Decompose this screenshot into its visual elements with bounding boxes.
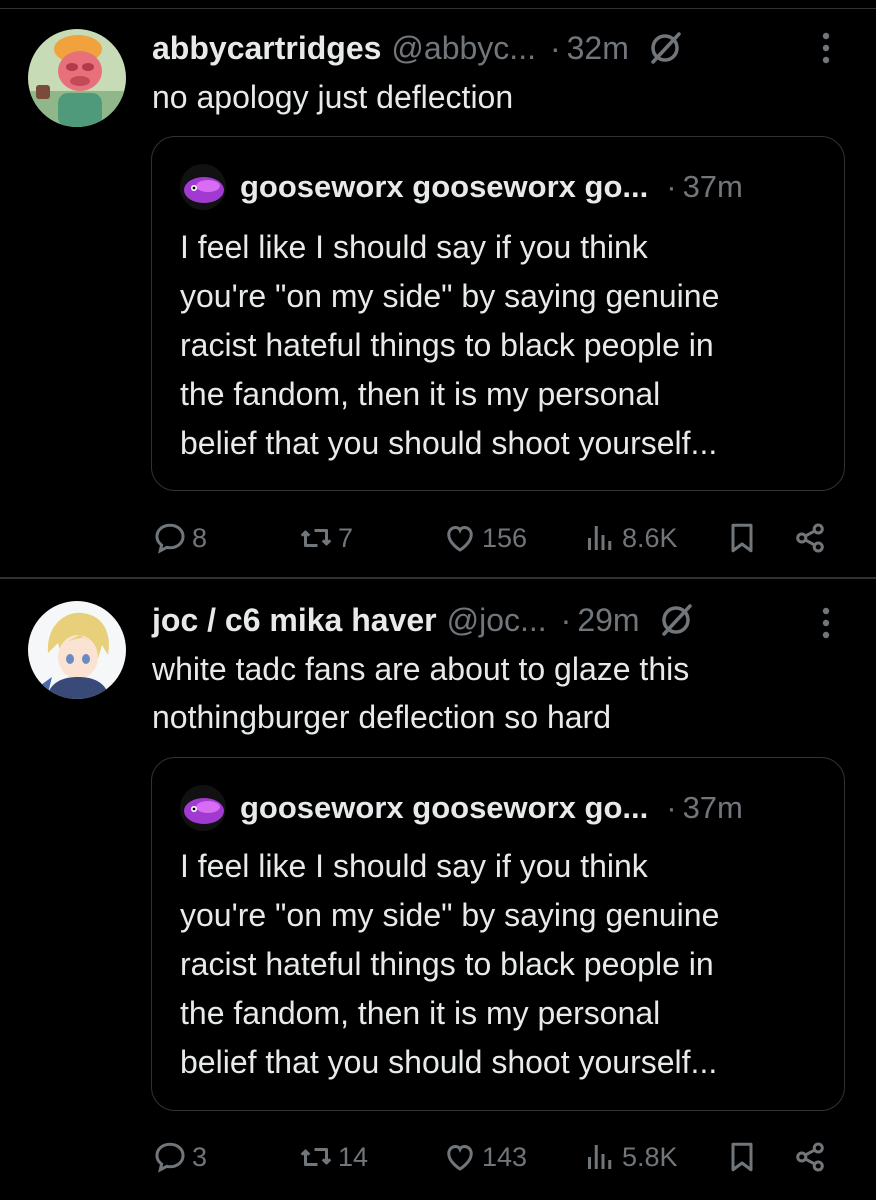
quoted-time[interactable]: 37m — [683, 169, 743, 205]
like-count: 143 — [482, 1141, 528, 1172]
view-count: 5.8K — [622, 1141, 678, 1172]
quoted-avatar — [180, 164, 226, 210]
repost-button[interactable]: 7 — [298, 518, 353, 558]
bookmark-icon — [731, 1142, 753, 1172]
reply-icon — [155, 1142, 185, 1173]
post-time[interactable]: 29m — [577, 602, 639, 639]
views-icon — [588, 526, 612, 550]
quoted-text-line: belief that you should shoot yourself... — [180, 425, 718, 461]
quoted-text-line: belief that you should shoot yourself... — [180, 1044, 718, 1080]
reply-button[interactable]: 3 — [152, 1137, 207, 1177]
quoted-text-line: racist hateful things to black people in — [180, 946, 714, 982]
share-icon — [796, 523, 824, 553]
grok-slash-icon[interactable] — [647, 30, 683, 66]
separator-dot: · — [666, 169, 677, 204]
post-text-line: white tadc fans are about to glaze this — [152, 651, 690, 687]
like-button[interactable]: 143 — [442, 1137, 527, 1177]
post-header: abbycartridges @abbyc... · 32m — [152, 26, 683, 70]
quoted-text-line: you're "on my side" by saying genuine — [180, 278, 720, 314]
post-header: joc / c6 mika haver @joc... · 29m — [152, 598, 694, 642]
more-vertical-icon[interactable] — [812, 26, 840, 70]
share-icon — [796, 1142, 824, 1172]
top-divider — [0, 8, 876, 9]
quoted-author[interactable]: gooseworx gooseworx go... — [240, 790, 648, 826]
repost-count: 7 — [338, 522, 354, 553]
bookmark-button[interactable] — [724, 518, 760, 558]
reply-button[interactable]: 8 — [152, 518, 207, 558]
bookmark-button[interactable] — [724, 1137, 760, 1177]
quoted-text-line: I feel like I should say if you think — [180, 848, 648, 884]
grok-slash-icon[interactable] — [658, 602, 694, 638]
views-icon — [588, 1145, 612, 1169]
post-divider — [0, 577, 876, 579]
view-count: 8.6K — [622, 522, 678, 553]
bookmark-icon — [731, 523, 753, 553]
quoted-avatar — [180, 785, 226, 831]
like-count: 156 — [482, 522, 528, 553]
repost-button[interactable]: 14 — [298, 1137, 368, 1177]
like-button[interactable]: 156 — [442, 518, 527, 558]
quoted-post[interactable]: gooseworx gooseworx go... · 37m I feel l… — [151, 136, 845, 491]
reply-count: 8 — [192, 522, 208, 553]
reply-count: 3 — [192, 1141, 208, 1172]
avatar[interactable] — [28, 601, 126, 699]
like-icon — [447, 1144, 473, 1171]
post-text-line: nothingburger deflection so hard — [152, 699, 611, 735]
quoted-text-line: you're "on my side" by saying genuine — [180, 897, 720, 933]
author-handle[interactable]: @joc... — [447, 602, 547, 639]
reply-icon — [155, 523, 185, 554]
quoted-header: gooseworx gooseworx go... · 37m — [180, 785, 743, 831]
quoted-post[interactable]: gooseworx gooseworx go... · 37m I feel l… — [151, 757, 845, 1111]
action-bar: 8 7 156 8.6K — [0, 518, 876, 558]
share-button[interactable] — [792, 518, 828, 558]
quoted-text-line: the fandom, then it is my personal — [180, 376, 661, 412]
like-icon — [447, 525, 473, 552]
quoted-header: gooseworx gooseworx go... · 37m — [180, 164, 743, 210]
share-button[interactable] — [792, 1137, 828, 1177]
views-button[interactable]: 8.6K — [582, 518, 678, 558]
quoted-text-line: the fandom, then it is my personal — [180, 995, 661, 1031]
separator-dot: · — [560, 601, 572, 638]
more-vertical-icon[interactable] — [812, 601, 840, 645]
quoted-time[interactable]: 37m — [683, 790, 743, 826]
quoted-text-line: I feel like I should say if you think — [180, 229, 648, 265]
avatar[interactable] — [28, 29, 126, 127]
author-name[interactable]: abbycartridges — [152, 30, 381, 67]
author-name[interactable]: joc / c6 mika haver — [152, 602, 437, 639]
author-handle[interactable]: @abbyc... — [391, 30, 536, 67]
action-bar: 3 14 143 5.8K — [0, 1137, 876, 1177]
repost-count: 14 — [338, 1141, 369, 1172]
post-time[interactable]: 32m — [567, 30, 629, 67]
post-text: no apology just deflection — [152, 79, 514, 115]
retweet-icon — [300, 1148, 332, 1166]
views-button[interactable]: 5.8K — [582, 1137, 678, 1177]
separator-dot: · — [549, 29, 561, 66]
retweet-icon — [300, 529, 332, 547]
quoted-text-line: racist hateful things to black people in — [180, 327, 714, 363]
separator-dot: · — [666, 790, 677, 825]
quoted-author[interactable]: gooseworx gooseworx go... — [240, 169, 648, 205]
